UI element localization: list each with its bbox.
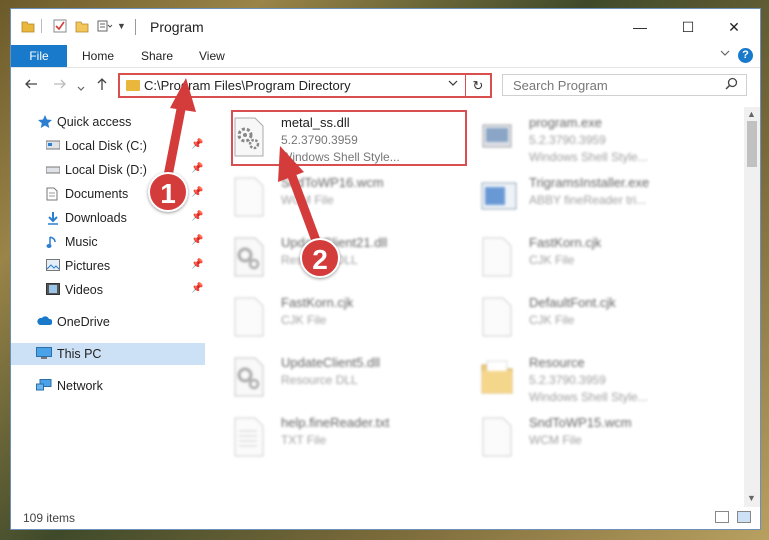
annotation-arrows	[163, 78, 323, 251]
step-badge-1: 1	[148, 172, 188, 212]
step-badge-2: 2	[300, 238, 340, 278]
